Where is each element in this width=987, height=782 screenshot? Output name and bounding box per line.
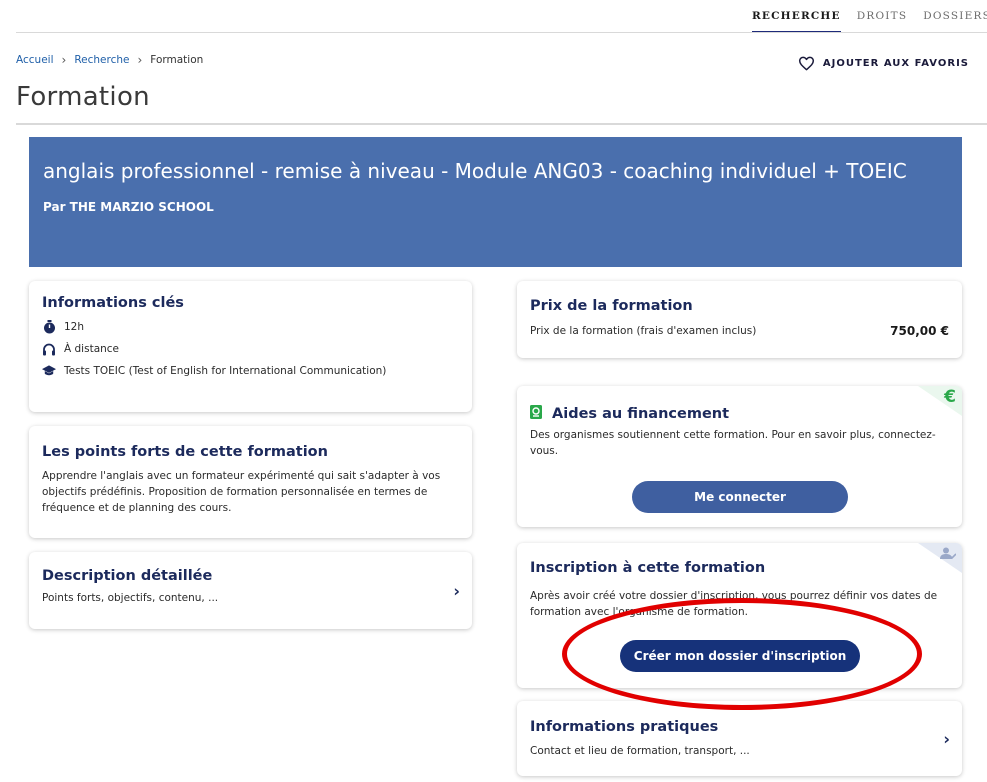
funding-badge-icon: [530, 404, 542, 423]
description-title: Description détaillée: [42, 568, 213, 584]
funding-title: Aides au financement: [552, 405, 730, 422]
key-info-title: Informations clés: [42, 295, 184, 311]
chevron-right-icon: ›: [137, 53, 143, 67]
price-row: Prix de la formation (frais d'examen inc…: [530, 323, 949, 339]
duration-value: 12h: [64, 321, 85, 333]
course-provider: Par THE MARZIO SCHOOL: [43, 200, 214, 214]
mode-row: À distance: [42, 342, 459, 356]
nav-tab-dossiers[interactable]: DOSSIERS: [923, 10, 987, 22]
course-title: anglais professionnel - remise à niveau …: [43, 159, 907, 183]
registration-title: Inscription à cette formation: [530, 560, 766, 576]
strengths-text: Apprendre l'anglais avec un formateur ex…: [42, 470, 441, 514]
course-hero-banner: anglais professionnel - remise à niveau …: [29, 137, 962, 267]
duration-row: 12h: [42, 320, 459, 334]
add-to-favorites-label: AJOUTER AUX FAVORIS: [822, 58, 969, 69]
top-nav: RECHERCHE DROITS DOSSIERS: [0, 0, 987, 33]
price-value: 750,00 €: [890, 324, 949, 338]
nav-tab-recherche[interactable]: RECHERCHE: [751, 10, 841, 33]
funding-header: Aides au financement: [530, 404, 949, 423]
add-to-favorites-button[interactable]: AJOUTER AUX FAVORIS: [798, 56, 969, 71]
graduation-cap-icon: [42, 364, 56, 378]
breadcrumb-home-link[interactable]: Accueil: [16, 54, 54, 66]
practical-info-card[interactable]: Informations pratiques Contact et lieu d…: [517, 701, 962, 776]
funding-text: Des organismes soutiennent cette formati…: [530, 429, 936, 457]
description-subtitle: Points forts, objectifs, contenu, ...: [42, 592, 219, 604]
chevron-right-icon[interactable]: ›: [453, 581, 460, 600]
registration-card: Inscription à cette formation Après avoi…: [517, 543, 962, 688]
funding-corner-badge: €: [918, 386, 962, 416]
top-nav-items: RECHERCHE DROITS DOSSIERS: [751, 10, 987, 33]
mode-value: À distance: [64, 343, 120, 355]
price-title: Prix de la formation: [530, 298, 693, 314]
headphones-icon: [42, 342, 56, 356]
top-nav-divider: [16, 32, 987, 33]
create-registration-button[interactable]: Créer mon dossier d'inscription: [620, 640, 860, 672]
description-card[interactable]: Description détaillée Points forts, obje…: [29, 552, 472, 629]
registration-corner-badge: [918, 543, 962, 573]
strengths-title: Les points forts de cette formation: [42, 444, 328, 460]
certification-row: Tests TOEIC (Test of English for Interna…: [42, 364, 459, 378]
registration-text: Après avoir créé votre dossier d'inscrip…: [530, 590, 938, 618]
funding-card: € Aides au financement Des organismes so…: [517, 386, 962, 527]
price-label: Prix de la formation (frais d'examen inc…: [530, 325, 757, 337]
price-card: Prix de la formation Prix de la formatio…: [517, 281, 962, 358]
stopwatch-icon: [42, 320, 56, 334]
user-check-icon: [940, 547, 956, 560]
page-title: Formation: [16, 82, 150, 112]
key-info-card: Informations clés 12h À distance Tests T…: [29, 281, 472, 412]
chevron-right-icon: ›: [61, 53, 67, 67]
practical-info-title: Informations pratiques: [530, 719, 719, 735]
breadcrumb: Accueil › Recherche › Formation: [16, 53, 203, 67]
title-divider: [16, 123, 987, 125]
breadcrumb-current: Formation: [150, 54, 204, 66]
nav-tab-droits[interactable]: DROITS: [857, 10, 907, 22]
euro-icon: €: [944, 387, 956, 407]
strengths-card: Les points forts de cette formation Appr…: [29, 426, 472, 538]
practical-info-subtitle: Contact et lieu de formation, transport,…: [530, 745, 750, 757]
breadcrumb-search-link[interactable]: Recherche: [74, 54, 129, 66]
login-button[interactable]: Me connecter: [632, 481, 848, 513]
certification-value: Tests TOEIC (Test of English for Interna…: [64, 365, 387, 377]
heart-outline-icon: [798, 56, 814, 71]
chevron-right-icon[interactable]: ›: [943, 729, 950, 748]
